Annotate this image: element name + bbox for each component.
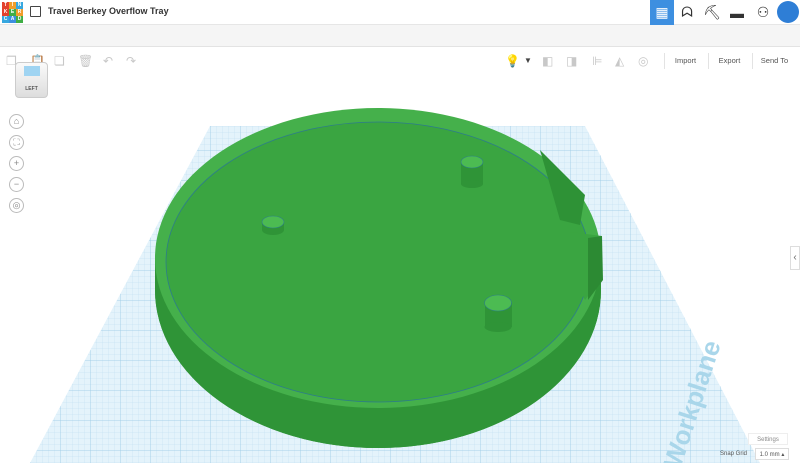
duplicate-icon[interactable]: ❏ bbox=[54, 54, 65, 68]
send-to-button[interactable]: Send To bbox=[752, 53, 796, 69]
logo-letter: A bbox=[9, 16, 16, 23]
avatar[interactable] bbox=[777, 1, 799, 23]
peg bbox=[460, 155, 484, 188]
blocks-icon[interactable]: ᗣ bbox=[675, 0, 699, 25]
tinkercad-logo[interactable]: T I N K E R C A D bbox=[2, 2, 23, 23]
home-view-icon[interactable]: ⌂ bbox=[9, 114, 24, 129]
fit-view-icon[interactable]: ⛶ bbox=[9, 135, 24, 150]
group-icon[interactable]: ◧ bbox=[542, 54, 553, 68]
bricks-icon[interactable]: ▬ bbox=[725, 0, 749, 25]
align-icon[interactable]: ⊫ bbox=[592, 54, 602, 68]
logo-letter: R bbox=[16, 9, 23, 16]
toolbar: ❐ 📋 ❏ 🗑 ↶ ↷ 💡 ▼ ◧ ◨ ⊫ ◭ ◎ Import Export … bbox=[0, 25, 800, 69]
undo-icon[interactable]: ↶ bbox=[103, 54, 113, 68]
design-title[interactable]: Travel Berkey Overflow Tray bbox=[48, 6, 169, 16]
panel-toggle-chevron-icon[interactable]: ‹ bbox=[790, 246, 800, 270]
mirror-icon[interactable]: ◭ bbox=[615, 54, 624, 68]
logo-letter: I bbox=[9, 2, 16, 9]
add-user-icon[interactable]: ⚇ bbox=[751, 0, 775, 25]
snap-grid-label: Snap Grid bbox=[720, 451, 748, 457]
3d-viewport[interactable]: Workplane bbox=[0, 47, 800, 463]
peg bbox=[484, 294, 512, 332]
zoom-in-icon[interactable]: + bbox=[9, 156, 24, 171]
design-list-icon[interactable] bbox=[30, 6, 41, 17]
view-cube[interactable]: LEFT bbox=[15, 62, 48, 98]
view-cube-face-label: LEFT bbox=[25, 86, 38, 92]
logo-letter: T bbox=[2, 2, 9, 9]
zoom-out-icon[interactable]: − bbox=[9, 177, 24, 192]
cruise-icon[interactable]: ◎ bbox=[638, 54, 648, 68]
logo-letter: K bbox=[2, 9, 9, 16]
redo-icon[interactable]: ↷ bbox=[126, 54, 136, 68]
import-button[interactable]: Import bbox=[664, 53, 706, 69]
peg bbox=[261, 215, 285, 235]
export-button[interactable]: Export bbox=[708, 53, 750, 69]
settings-button[interactable]: Settings bbox=[748, 433, 788, 445]
light-bulb-icon[interactable]: 💡 bbox=[505, 54, 520, 68]
logo-letter: E bbox=[9, 9, 16, 16]
delete-icon[interactable]: 🗑 bbox=[78, 54, 93, 68]
snap-grid-select[interactable]: 1.0 mm ▴ bbox=[755, 448, 789, 460]
top-bar: T I N K E R C A D Travel Berkey Overflow… bbox=[0, 0, 800, 25]
logo-letter: N bbox=[16, 2, 23, 9]
logo-letter: D bbox=[16, 16, 23, 23]
grid-view-icon[interactable]: ▦ bbox=[650, 0, 674, 25]
perspective-icon[interactable]: ◎ bbox=[9, 198, 24, 213]
tray-shape[interactable] bbox=[155, 108, 603, 448]
pickaxe-icon[interactable]: ⛏ bbox=[700, 0, 724, 25]
logo-letter: C bbox=[2, 16, 9, 23]
chevron-down-icon[interactable]: ▼ bbox=[524, 56, 532, 65]
view-cube-top[interactable] bbox=[24, 66, 40, 76]
ungroup-icon[interactable]: ◨ bbox=[566, 54, 577, 68]
